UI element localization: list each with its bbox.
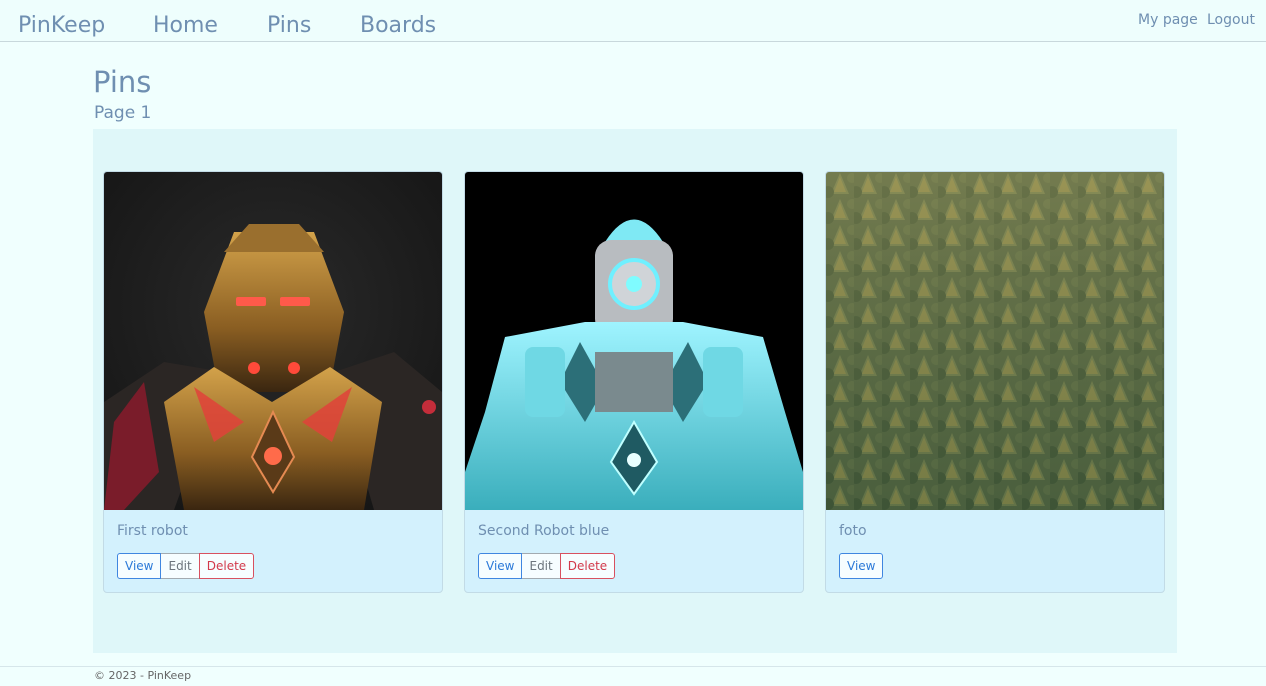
footer-copyright: © 2023 - PinKeep xyxy=(94,669,192,682)
pin-title: First robot xyxy=(117,523,188,539)
pin-card: Second Robot blue View Edit Delete xyxy=(464,171,804,593)
edit-button[interactable]: Edit xyxy=(161,553,199,579)
logout-link[interactable]: Logout xyxy=(1207,12,1255,28)
pin-title: foto xyxy=(839,523,867,539)
edit-button[interactable]: Edit xyxy=(522,553,560,579)
golden-robot-image[interactable] xyxy=(104,172,442,510)
my-page-link[interactable]: My page xyxy=(1138,12,1198,28)
nav-pins-link[interactable]: Pins xyxy=(267,10,311,42)
nav-home-link[interactable]: Home xyxy=(153,10,218,42)
pin-actions: View Edit Delete xyxy=(478,553,616,579)
page-title: Pins xyxy=(93,65,152,99)
pin-card: First robot View Edit Delete xyxy=(103,171,443,593)
view-button[interactable]: View xyxy=(839,553,884,579)
pins-board: First robot View Edit Delete Second Robo… xyxy=(93,129,1177,653)
pin-card: foto View xyxy=(825,171,1165,593)
delete-button[interactable]: Delete xyxy=(198,553,255,579)
delete-button[interactable]: Delete xyxy=(559,553,616,579)
top-navbar: PinKeep Home Pins Boards My page Logout xyxy=(0,0,1266,42)
view-button[interactable]: View xyxy=(117,553,162,579)
cyan-robot-image[interactable] xyxy=(465,172,803,510)
nav-boards-link[interactable]: Boards xyxy=(360,10,436,42)
forest-image[interactable] xyxy=(826,172,1164,510)
footer-divider xyxy=(0,666,1266,667)
pin-actions: View Edit Delete xyxy=(117,553,255,579)
brand-link[interactable]: PinKeep xyxy=(18,10,105,42)
view-button[interactable]: View xyxy=(478,553,523,579)
pin-title: Second Robot blue xyxy=(478,523,610,539)
pin-actions: View xyxy=(839,553,884,579)
page-subtitle: Page 1 xyxy=(94,103,152,123)
